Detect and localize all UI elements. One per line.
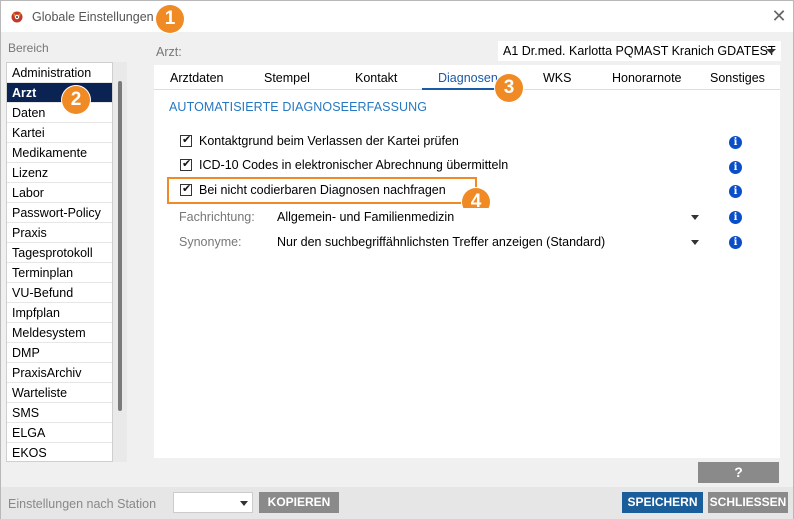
tab-honorarnote[interactable]: Honorarnote [612, 71, 682, 85]
app-icon [11, 11, 23, 23]
tab-arztdaten[interactable]: Arztdaten [170, 71, 224, 85]
sidebar-item-dmp[interactable]: DMP [7, 343, 112, 363]
window-title: Globale Einstellungen [32, 10, 154, 24]
info-icon[interactable]: i [729, 185, 742, 198]
tab-stempel[interactable]: Stempel [264, 71, 310, 85]
tab-kontakt[interactable]: Kontakt [355, 71, 397, 85]
sidebar: Administration Arzt Daten Kartei Medikam… [6, 62, 113, 462]
synonyme-label: Synonyme: [179, 235, 242, 249]
callout-badge-3: 3 [495, 74, 523, 102]
sidebar-item-terminplan[interactable]: Terminplan [7, 263, 112, 283]
info-icon[interactable]: i [729, 161, 742, 174]
arzt-select-value: A1 Dr.med. Karlotta PQMAST Kranich GDATE… [503, 44, 776, 58]
sidebar-item-administration[interactable]: Administration [7, 63, 112, 83]
sidebar-item-daten[interactable]: Daten [7, 103, 112, 123]
chevron-down-icon [691, 215, 699, 220]
highlight-frame [167, 177, 477, 204]
section-title: AUTOMATISIERTE DIAGNOSEERFASSUNG [169, 100, 428, 114]
station-select[interactable] [173, 492, 253, 513]
arzt-label: Arzt: [156, 45, 182, 59]
kopieren-button[interactable]: KOPIEREN [259, 492, 339, 513]
option-label-kontaktgrund: Kontaktgrund beim Verlassen der Kartei p… [199, 134, 459, 148]
title-bar: Globale Einstellungen ✕ [1, 1, 793, 32]
sidebar-item-elga[interactable]: ELGA [7, 423, 112, 443]
checkbox-kontaktgrund[interactable] [180, 133, 192, 147]
settings-window: Globale Einstellungen ✕ 1 Bereich Admini… [0, 0, 794, 519]
sidebar-item-ekos[interactable]: EKOS [7, 443, 112, 461]
tab-diagnosen[interactable]: Diagnosen [438, 71, 498, 85]
tab-sonstiges[interactable]: Sonstiges [710, 71, 765, 85]
info-icon[interactable]: i [729, 136, 742, 149]
tab-wks[interactable]: WKS [543, 71, 571, 85]
chevron-down-icon [691, 240, 699, 245]
sidebar-item-arzt[interactable]: Arzt [7, 83, 112, 103]
callout-badge-2: 2 [62, 86, 90, 114]
close-icon[interactable]: ✕ [771, 7, 787, 25]
sidebar-item-passwort-policy[interactable]: Passwort-Policy [7, 203, 112, 223]
info-icon[interactable]: i [729, 211, 742, 224]
checkbox-icd10[interactable] [180, 157, 192, 171]
settings-panel: Arztdaten Stempel Kontakt Diagnosen WKS … [154, 65, 780, 458]
info-icon[interactable]: i [729, 236, 742, 249]
sidebar-item-tagesprotokoll[interactable]: Tagesprotokoll [7, 243, 112, 263]
sidebar-item-praxisarchiv[interactable]: PraxisArchiv [7, 363, 112, 383]
help-button[interactable]: ? [698, 462, 779, 483]
sidebar-item-praxis[interactable]: Praxis [7, 223, 112, 243]
arzt-select[interactable]: A1 Dr.med. Karlotta PQMAST Kranich GDATE… [498, 41, 781, 61]
sidebar-item-meldesystem[interactable]: Meldesystem [7, 323, 112, 343]
synonyme-select[interactable]: Nur den suchbegriffähnlichsten Treffer a… [273, 233, 703, 252]
callout-badge-1: 1 [156, 5, 184, 33]
sidebar-item-labor[interactable]: Labor [7, 183, 112, 203]
schliessen-button[interactable]: SCHLIESSEN [708, 492, 788, 513]
sidebar-item-warteliste[interactable]: Warteliste [7, 383, 112, 403]
bereich-label: Bereich [8, 41, 49, 55]
station-label: Einstellungen nach Station [8, 497, 157, 511]
synonyme-value: Nur den suchbegriffähnlichsten Treffer a… [277, 235, 606, 249]
chevron-down-icon [240, 501, 248, 506]
sidebar-item-vu-befund[interactable]: VU-Befund [7, 283, 112, 303]
fachrichtung-select[interactable]: Allgemein- und Familienmedizin [273, 208, 703, 227]
chevron-down-icon [766, 49, 776, 54]
option-label-icd10: ICD-10 Codes in elektronischer Abrechnun… [199, 158, 509, 172]
sidebar-item-medikamente[interactable]: Medikamente [7, 143, 112, 163]
sidebar-item-sms[interactable]: SMS [7, 403, 112, 423]
tab-bar: Arztdaten Stempel Kontakt Diagnosen WKS … [154, 67, 780, 90]
sidebar-item-kartei[interactable]: Kartei [7, 123, 112, 143]
speichern-button[interactable]: SPEICHERN [622, 492, 703, 513]
sidebar-scroll-thumb[interactable] [118, 81, 122, 411]
fachrichtung-label: Fachrichtung: [179, 210, 255, 224]
active-tab-indicator [422, 88, 496, 90]
sidebar-item-impfplan[interactable]: Impfplan [7, 303, 112, 323]
sidebar-item-lizenz[interactable]: Lizenz [7, 163, 112, 183]
fachrichtung-value: Allgemein- und Familienmedizin [277, 210, 455, 224]
